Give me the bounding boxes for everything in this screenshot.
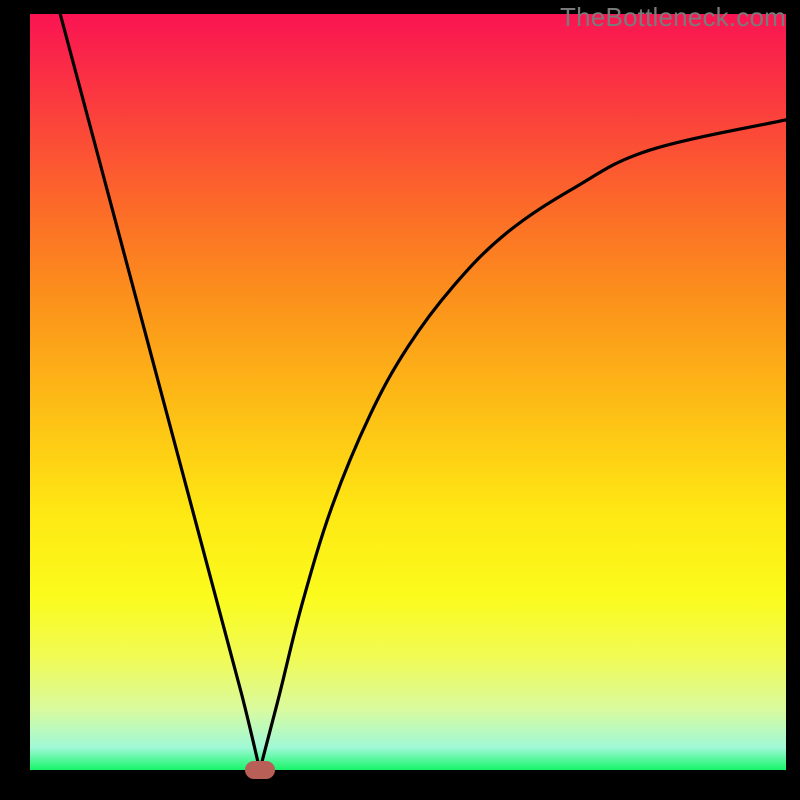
curve-layer	[30, 14, 786, 770]
minimum-marker	[245, 761, 275, 779]
chart-stage: TheBottleneck.com	[0, 0, 800, 800]
watermark-text: TheBottleneck.com	[560, 2, 786, 33]
bottleneck-curve-left	[60, 14, 260, 770]
bottleneck-curve-right	[260, 120, 786, 770]
plot-area	[30, 14, 786, 770]
